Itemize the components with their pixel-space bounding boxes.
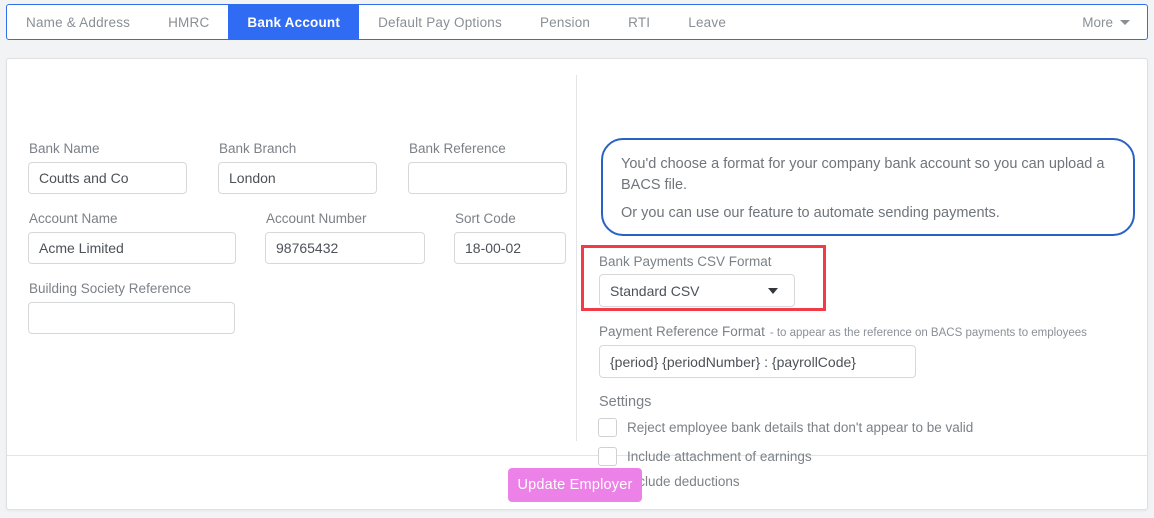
building-society-reference-input[interactable]	[28, 302, 235, 334]
setting-include-attachment-of-earnings[interactable]: Include attachment of earnings	[598, 447, 812, 466]
setting-label: Include attachment of earnings	[627, 449, 812, 464]
tab-bar-spacer	[745, 5, 1065, 39]
tab-more-label: More	[1082, 14, 1113, 30]
tab-more-dropdown[interactable]: More	[1065, 5, 1147, 39]
account-number-label: Account Number	[266, 211, 367, 226]
setting-label: Reject employee bank details that don't …	[627, 420, 974, 435]
bank-payments-csv-format-label: Bank Payments CSV Format	[599, 254, 772, 269]
sort-code-label: Sort Code	[455, 211, 516, 226]
bank-branch-label: Bank Branch	[219, 141, 297, 156]
footer-divider	[7, 455, 1147, 456]
account-name-input[interactable]	[28, 232, 236, 264]
tab-name-address[interactable]: Name & Address	[7, 5, 149, 39]
info-box-line-2: Or you can use our feature to automate s…	[621, 205, 1000, 221]
tab-label: RTI	[628, 14, 651, 30]
tab-hmrc[interactable]: HMRC	[149, 5, 228, 39]
payment-reference-format-label: Payment Reference Format - to appear as …	[599, 324, 1087, 339]
tab-label: HMRC	[168, 14, 210, 30]
checkbox-icon[interactable]	[598, 418, 617, 437]
chevron-down-icon	[768, 287, 778, 294]
bank-name-label: Bank Name	[29, 141, 100, 156]
setting-reject-invalid-bank-details[interactable]: Reject employee bank details that don't …	[598, 418, 973, 437]
account-number-input[interactable]	[265, 232, 425, 264]
tab-label: Leave	[688, 14, 727, 30]
account-name-label: Account Name	[29, 211, 118, 226]
bacs-info-box: You'd choose a format for your company b…	[601, 138, 1135, 236]
bank-name-input[interactable]	[28, 162, 187, 194]
tab-leave[interactable]: Leave	[669, 5, 745, 39]
bank-payments-csv-format-select[interactable]: Standard CSV	[599, 274, 795, 307]
settings-title: Settings	[599, 394, 652, 410]
setting-label: Include deductions	[627, 474, 740, 489]
sort-code-input[interactable]	[454, 232, 566, 264]
update-employer-button[interactable]: Update Employer	[508, 468, 642, 502]
tab-label: Default Pay Options	[378, 14, 502, 30]
bank-branch-input[interactable]	[218, 162, 377, 194]
payment-reference-format-title: Payment Reference Format	[599, 324, 765, 339]
tab-label: Pension	[539, 14, 591, 30]
bank-reference-label: Bank Reference	[409, 141, 506, 156]
tab-label: Bank Account	[247, 14, 341, 30]
chevron-down-icon	[1120, 19, 1130, 25]
bank-payments-csv-format-value: Standard CSV	[610, 282, 700, 299]
info-box-line-1: You'd choose a format for your company b…	[621, 156, 1105, 193]
building-society-reference-label: Building Society Reference	[29, 281, 192, 296]
tab-default-pay-options[interactable]: Default Pay Options	[359, 5, 521, 39]
tab-bank-account[interactable]: Bank Account	[228, 5, 360, 39]
payment-reference-format-hint: - to appear as the reference on BACS pay…	[769, 327, 1087, 339]
tab-label: Name & Address	[26, 14, 131, 30]
tab-rti[interactable]: RTI	[609, 5, 669, 39]
tab-pension[interactable]: Pension	[521, 5, 609, 39]
tab-bar: Name & Address HMRC Bank Account Default…	[6, 4, 1148, 40]
bank-account-card: Bank Name Bank Branch Bank Reference Acc…	[6, 58, 1148, 510]
bank-reference-input[interactable]	[408, 162, 567, 194]
payment-reference-format-input[interactable]	[599, 345, 916, 378]
checkbox-icon[interactable]	[598, 447, 617, 466]
panel-divider	[576, 75, 577, 441]
page-root: Name & Address HMRC Bank Account Default…	[0, 0, 1154, 518]
